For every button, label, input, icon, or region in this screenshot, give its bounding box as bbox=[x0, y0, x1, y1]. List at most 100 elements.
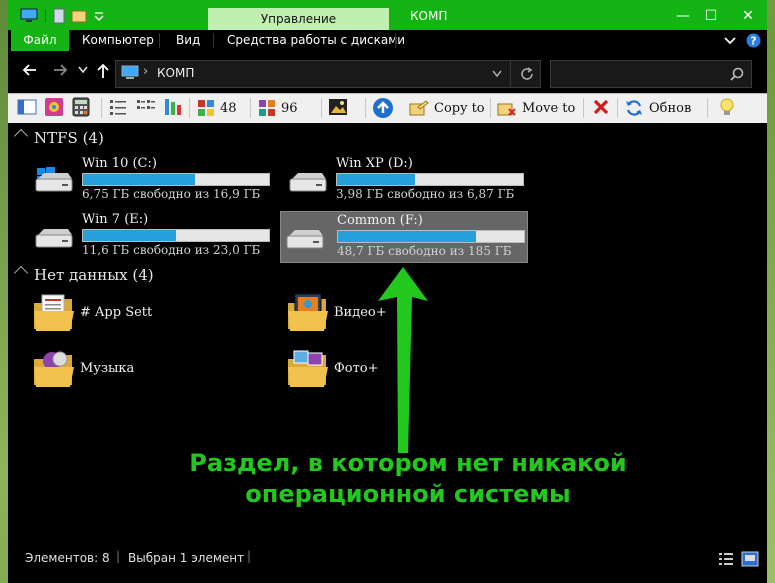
move-to-label: Move to bbox=[522, 100, 576, 116]
help-icon[interactable]: ? bbox=[746, 33, 761, 48]
folder-name: # App Sett bbox=[80, 305, 153, 320]
columns-view-icon[interactable] bbox=[163, 97, 183, 119]
item-count: Элементов: 8 bbox=[25, 551, 110, 565]
navigation-pane-icon[interactable] bbox=[17, 97, 37, 119]
calculator-icon[interactable] bbox=[71, 97, 91, 119]
group-header-nodata[interactable]: Нет данных (4) bbox=[13, 265, 154, 284]
refresh-arrows-icon bbox=[626, 100, 642, 116]
drive-usage-bar bbox=[337, 230, 525, 243]
annotation-line-1: Раздел, в котором нет никакой bbox=[189, 449, 627, 477]
drive-free-space: 6,75 ГБ свободно из 16,9 ГБ bbox=[82, 187, 261, 201]
annotation-arrow-icon bbox=[378, 267, 428, 453]
large-grid-icon bbox=[259, 100, 275, 116]
properties-icon[interactable] bbox=[53, 8, 65, 24]
search-icon bbox=[730, 67, 744, 81]
folder-music-icon bbox=[34, 351, 74, 387]
drive-usage-bar bbox=[82, 173, 270, 186]
explorer-window: Управление КОМП — ☐ ✕ Файл Компьютер Вид… bbox=[8, 0, 767, 583]
copy-to-icon bbox=[409, 100, 429, 116]
color-settings-icon[interactable] bbox=[44, 97, 64, 119]
title-bar: Управление КОМП — ☐ ✕ bbox=[8, 0, 767, 30]
command-toolbar: 48 96 Copy to Move to Обнов bbox=[8, 93, 767, 124]
drive-usage-fill bbox=[83, 174, 195, 185]
ribbon-tabs: Файл Компьютер Вид Средства работы с дис… bbox=[8, 30, 767, 51]
close-button[interactable]: ✕ bbox=[734, 6, 762, 26]
search-input[interactable] bbox=[550, 60, 752, 88]
refresh-label: Обнов bbox=[649, 100, 692, 116]
delete-icon[interactable] bbox=[591, 97, 611, 119]
hard-drive-icon bbox=[35, 229, 73, 248]
tab-disk-tools[interactable]: Средства работы с дисками bbox=[227, 30, 405, 51]
tab-view[interactable]: Вид bbox=[176, 30, 200, 51]
back-arrow-icon[interactable] bbox=[22, 63, 38, 77]
drive-name: Common (F:) bbox=[337, 213, 423, 228]
new-folder-icon[interactable] bbox=[71, 8, 87, 24]
move-to-button[interactable]: Move to bbox=[496, 97, 575, 119]
selection-count: Выбран 1 элемент bbox=[128, 551, 245, 565]
breadcrumb-komp[interactable]: КОМП bbox=[157, 66, 194, 80]
large-icons-layout-icon[interactable] bbox=[741, 551, 759, 567]
drive-c[interactable]: Win 10 (C:) 6,75 ГБ свободно из 16,9 ГБ bbox=[30, 155, 276, 205]
path-input[interactable]: › КОМП bbox=[115, 60, 541, 88]
drive-name: Win XP (D:) bbox=[336, 156, 413, 171]
folder-docs-icon bbox=[34, 294, 74, 331]
context-tab-manage[interactable]: Управление bbox=[208, 8, 389, 30]
upload-icon[interactable] bbox=[372, 97, 394, 119]
drive-free-space: 48,7 ГБ свободно из 185 ГБ bbox=[337, 244, 512, 258]
drive-free-space: 3,98 ГБ свободно из 6,87 ГБ bbox=[336, 187, 515, 201]
collapse-chevron-icon[interactable] bbox=[13, 128, 29, 144]
folder-photo-icon bbox=[288, 350, 328, 387]
drive-usage-fill bbox=[337, 174, 416, 185]
details-layout-icon[interactable] bbox=[718, 552, 734, 566]
copy-to-label: Copy to bbox=[434, 100, 485, 116]
grid-icon bbox=[198, 100, 214, 116]
lightbulb-icon[interactable] bbox=[718, 97, 736, 119]
group-header-ntfs[interactable]: NTFS (4) bbox=[13, 128, 104, 147]
refresh-icon[interactable] bbox=[519, 66, 535, 82]
refresh-button[interactable]: Обнов bbox=[624, 97, 691, 119]
ribbon-expand-icon[interactable] bbox=[724, 36, 736, 46]
icons-48-button[interactable]: 48 bbox=[196, 97, 237, 119]
details-view-icon[interactable] bbox=[108, 97, 128, 119]
status-bar: Элементов: 8 | Выбран 1 элемент | bbox=[8, 545, 767, 573]
annotation-line-2: операционной системы bbox=[245, 480, 571, 508]
folder-video-icon bbox=[288, 293, 328, 331]
minimize-button[interactable]: — bbox=[669, 6, 697, 26]
tab-file[interactable]: Файл bbox=[11, 30, 69, 51]
folder-name: Музыка bbox=[80, 361, 135, 376]
breadcrumb-separator[interactable]: › bbox=[143, 64, 148, 79]
svg-text:?: ? bbox=[750, 35, 756, 48]
drive-e[interactable]: Win 7 (E:) 11,6 ГБ свободно из 23,0 ГБ bbox=[30, 211, 276, 261]
move-to-icon bbox=[497, 103, 516, 116]
recent-locations-icon[interactable] bbox=[78, 66, 88, 74]
folder-item[interactable]: # App Sett bbox=[30, 293, 270, 345]
address-bar: › КОМП bbox=[8, 51, 767, 93]
quick-access-dropdown-icon[interactable] bbox=[94, 8, 104, 24]
hard-drive-icon bbox=[289, 173, 327, 192]
address-dropdown-icon[interactable] bbox=[492, 70, 502, 78]
collapse-chevron-icon[interactable] bbox=[13, 265, 29, 281]
drive-f[interactable]: Common (F:) 48,7 ГБ свободно из 185 ГБ bbox=[280, 211, 528, 263]
group-title-nodata: Нет данных (4) bbox=[34, 266, 154, 284]
drive-name: Win 10 (C:) bbox=[82, 156, 157, 171]
drive-free-space: 11,6 ГБ свободно из 23,0 ГБ bbox=[82, 243, 261, 257]
window-title: КОМП bbox=[410, 9, 448, 23]
drive-d[interactable]: Win XP (D:) 3,98 ГБ свободно из 6,87 ГБ bbox=[284, 155, 530, 205]
tab-computer[interactable]: Компьютер bbox=[82, 30, 154, 51]
status-divider: | bbox=[116, 549, 121, 563]
drive-usage-bar bbox=[82, 229, 270, 242]
copy-to-button[interactable]: Copy to bbox=[408, 97, 485, 119]
up-arrow-icon[interactable] bbox=[96, 63, 110, 79]
icons-96-button[interactable]: 96 bbox=[257, 97, 298, 119]
hard-drive-icon bbox=[35, 173, 73, 192]
forward-arrow-icon[interactable] bbox=[52, 63, 68, 77]
folder-item[interactable]: Музыка bbox=[30, 349, 270, 401]
icons-96-label: 96 bbox=[281, 100, 298, 116]
maximize-button[interactable]: ☐ bbox=[697, 6, 725, 26]
drive-usage-fill bbox=[83, 230, 176, 241]
icons-48-label: 48 bbox=[220, 100, 237, 116]
list-view-icon[interactable] bbox=[136, 97, 156, 119]
group-title-ntfs: NTFS (4) bbox=[34, 129, 104, 147]
preview-pane-icon[interactable] bbox=[328, 97, 348, 119]
computer-icon[interactable] bbox=[20, 8, 38, 24]
